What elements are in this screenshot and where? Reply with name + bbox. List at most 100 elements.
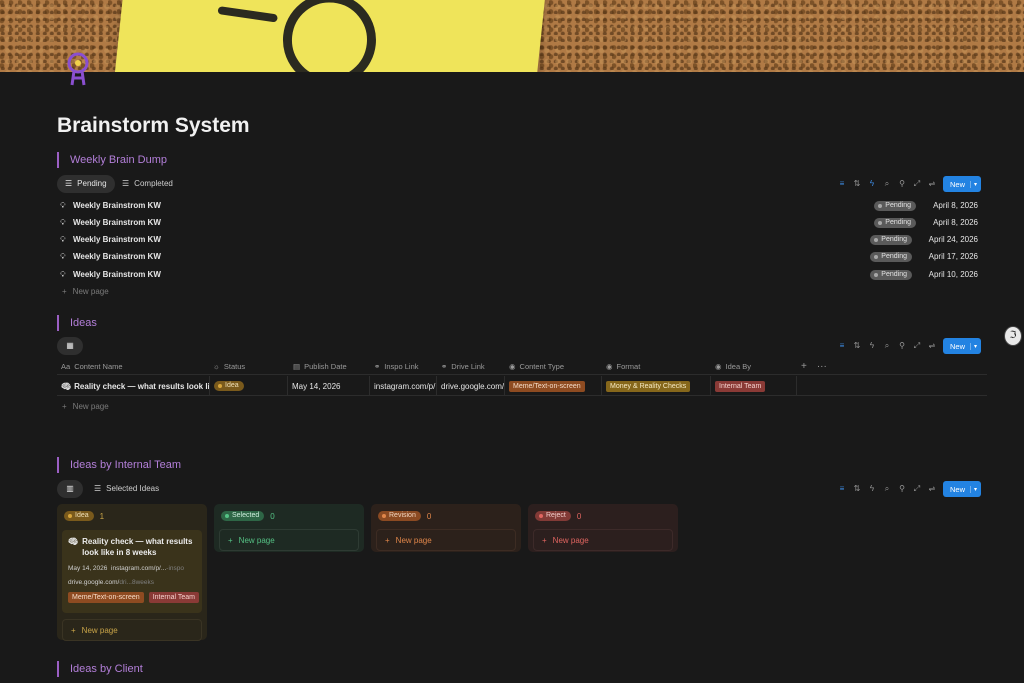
list-item-name: Weekly Brainstrom KW [73, 235, 161, 244]
tab-pending[interactable]: ☰ Pending [57, 175, 115, 193]
new-button[interactable]: New ▾ [943, 481, 981, 497]
list-item[interactable]: 💡︎ Weekly Brainstrom KW Pending April 10,… [60, 266, 978, 283]
column-format[interactable]: ◉ Format [606, 359, 640, 375]
search-icon[interactable]: ⚲ [898, 179, 906, 189]
filter-icon[interactable]: ≡ [838, 484, 846, 494]
plus-icon: + [71, 625, 76, 635]
column-header[interactable]: Idea 1 [62, 509, 202, 523]
new-page-button[interactable]: + New page [533, 529, 673, 551]
ideas-heading[interactable]: Ideas [57, 315, 97, 331]
plus-icon[interactable]: + [801, 359, 807, 375]
column-inspo-link[interactable]: ⚭ Inspo Link [374, 359, 419, 375]
table-row[interactable]: 🧠︎ Reality check — what results look like… [57, 376, 987, 396]
list-icon: ☰ [122, 179, 130, 188]
column-status[interactable]: ☼ Status [213, 359, 245, 375]
chevron-down-icon[interactable]: ▾ [969, 485, 977, 493]
expand-icon[interactable]: ⤢ [913, 179, 921, 189]
plus-icon: + [228, 535, 233, 545]
column-header[interactable]: Revision 0 [376, 509, 516, 523]
list-item[interactable]: 💡︎ Weekly Brainstrom KW Pending April 8, … [60, 197, 978, 214]
column-count: 0 [270, 511, 275, 521]
status-badge: Pending [874, 217, 916, 228]
column-header[interactable]: Selected 0 [219, 509, 359, 523]
column-content-name[interactable]: Aa Content Name [61, 359, 123, 375]
new-page-button[interactable]: + New page [376, 529, 516, 551]
cell-status[interactable]: Idea [210, 376, 288, 396]
chevron-down-icon[interactable]: ▾ [969, 180, 977, 188]
tab-selected-ideas[interactable]: ☰ Selected Ideas [86, 480, 167, 498]
table-view-tab[interactable]: ▦ [57, 337, 83, 355]
cell-publish-date[interactable]: May 14, 2026 [288, 376, 370, 396]
search-icon[interactable]: ⚲ [898, 484, 906, 494]
tab-completed[interactable]: ☰ Completed [114, 175, 181, 193]
new-page-button[interactable]: + New page [62, 619, 202, 641]
ai-search-icon[interactable]: ⌕ [883, 484, 891, 494]
search-icon[interactable]: ⚲ [898, 341, 906, 351]
page-icon[interactable] [64, 52, 92, 88]
board-view-tab[interactable]: ▥ [57, 480, 83, 498]
cell-content-name[interactable]: 🧠︎ Reality check — what results look like [57, 376, 210, 396]
ideas-by-internal-team-heading[interactable]: Ideas by Internal Team [57, 457, 181, 473]
column-publish-date[interactable]: ▤ Publish Date [293, 359, 347, 375]
ideas-by-client-heading[interactable]: Ideas by Client [57, 661, 143, 677]
lightbulb-icon: 💡︎ [60, 217, 66, 227]
column-content-type[interactable]: ◉ Content Type [509, 359, 564, 375]
ai-assistant-icon[interactable]: ℑ [1004, 326, 1022, 346]
plus-icon: + [542, 535, 547, 545]
ai-search-icon[interactable]: ⌕ [883, 179, 891, 189]
filter-icon[interactable]: ≡ [838, 341, 846, 351]
weekly-brain-dump-heading[interactable]: Weekly Brain Dump [57, 152, 167, 168]
settings-icon[interactable]: ⇌ [928, 179, 936, 189]
card-title: 🧠︎ Reality check — what results look like… [68, 536, 196, 558]
card-inspo-tail: -inspo [166, 565, 185, 572]
board-card[interactable]: 🧠︎ Reality check — what results look like… [62, 530, 202, 613]
table-icon: ▦ [66, 341, 74, 350]
select-property-icon: ◉ [606, 362, 613, 371]
column-idea-by[interactable]: ◉ Idea By [715, 359, 751, 375]
new-button-label: New [950, 484, 966, 494]
status-badge: Idea [64, 511, 94, 521]
list-item-name: Weekly Brainstrom KW [73, 270, 161, 279]
ai-search-icon[interactable]: ⌕ [883, 341, 891, 351]
automation-icon[interactable]: ϟ [868, 341, 876, 351]
status-badge: Reject [535, 511, 571, 521]
column-header[interactable]: Reject 0 [533, 509, 673, 523]
expand-icon[interactable]: ⤢ [913, 484, 921, 494]
sort-icon[interactable]: ⇅ [853, 341, 861, 351]
page-cover[interactable] [0, 0, 1024, 72]
column-drive-link[interactable]: ⚭ Drive Link [441, 359, 485, 375]
list-item[interactable]: 💡︎ Weekly Brainstrom KW Pending April 17,… [60, 248, 978, 265]
new-page-button[interactable]: + New page [62, 287, 109, 296]
expand-icon[interactable]: ⤢ [913, 341, 921, 351]
new-page-button[interactable]: + New page [219, 529, 359, 551]
more-icon[interactable]: ··· [817, 359, 827, 375]
new-page-label: New page [72, 402, 109, 411]
list-item[interactable]: 💡︎ Weekly Brainstrom KW Pending April 24,… [60, 231, 978, 248]
page-title[interactable]: Brainstorm System [57, 114, 250, 138]
list-item[interactable]: 💡︎ Weekly Brainstrom KW Pending April 8, … [60, 214, 978, 231]
chevron-down-icon[interactable]: ▾ [969, 342, 977, 350]
new-button[interactable]: New ▾ [943, 338, 981, 354]
cell-drive-link[interactable]: drive.google.com/ [437, 376, 505, 396]
settings-icon[interactable]: ⇌ [928, 484, 936, 494]
list-item-date: April 17, 2026 [928, 252, 978, 261]
card-drive-link[interactable]: drive.google.com/ [68, 579, 119, 586]
idea-by-tag: Internal Team [715, 380, 766, 392]
status-badge: Pending [874, 200, 916, 211]
board-column-selected: Selected 0 + New page [214, 504, 364, 552]
automation-icon[interactable]: ϟ [868, 484, 876, 494]
board-icon: ▥ [66, 484, 74, 493]
column-count: 0 [426, 511, 432, 521]
new-button[interactable]: New ▾ [943, 176, 981, 192]
cell-format[interactable]: Money & Reality Checks [602, 376, 711, 396]
settings-icon[interactable]: ⇌ [928, 341, 936, 351]
cell-idea-by[interactable]: Internal Team [711, 376, 797, 396]
cell-content-type[interactable]: Meme/Text-on-screen [505, 376, 602, 396]
automation-icon[interactable]: ϟ [868, 179, 876, 189]
filter-icon[interactable]: ≡ [838, 179, 846, 189]
cell-inspo-link[interactable]: instagram.com/p/... [370, 376, 437, 396]
sort-icon[interactable]: ⇅ [853, 484, 861, 494]
new-page-button[interactable]: + New page [62, 402, 109, 411]
card-inspo-link[interactable]: instagram.com/p/... [111, 565, 166, 572]
sort-icon[interactable]: ⇅ [853, 179, 861, 189]
